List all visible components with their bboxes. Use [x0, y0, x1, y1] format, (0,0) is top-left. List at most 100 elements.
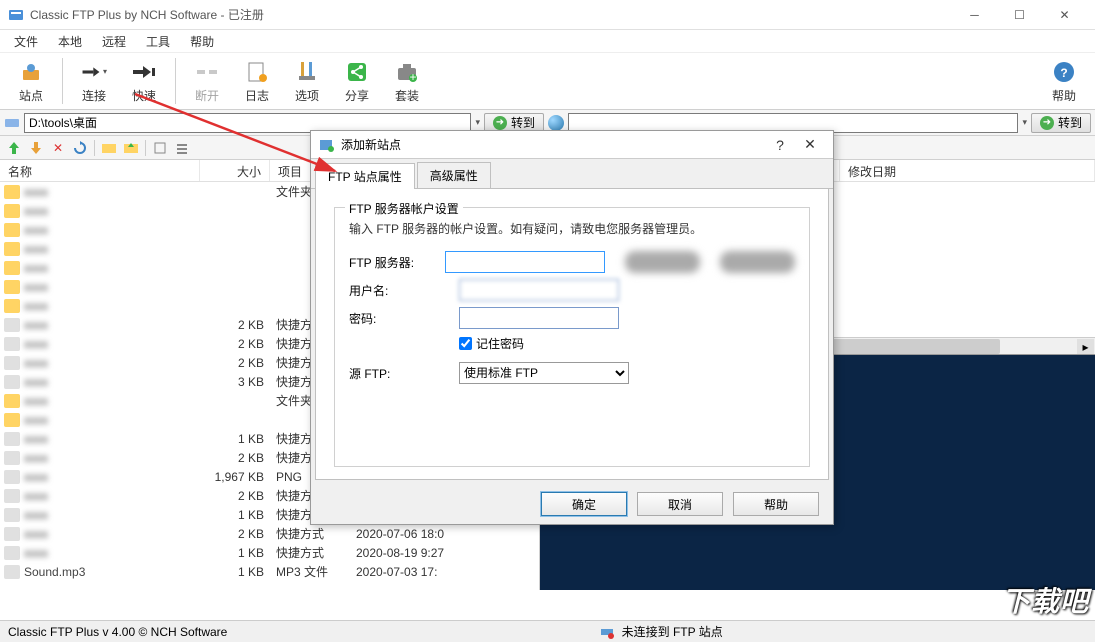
file-icon [4, 451, 20, 465]
new-folder-button[interactable] [99, 138, 119, 158]
file-name: xxxx [24, 527, 204, 541]
menu-remote[interactable]: 远程 [94, 31, 134, 52]
connect-icon: ▾ [81, 59, 107, 85]
label-user: 用户名: [349, 282, 459, 299]
file-icon [4, 527, 20, 541]
toolbar-connect-button[interactable]: ▾ 连接 [69, 55, 119, 107]
remote-go-button[interactable]: ➜转到 [1031, 113, 1091, 133]
toolbar-site-button[interactable]: 站点 [6, 55, 56, 107]
dialog-body: FTP 服务器帐户设置 输入 FTP 服务器的帐户设置。如有疑问，请致电您服务器… [315, 189, 829, 480]
refresh-button[interactable] [70, 138, 90, 158]
file-name: xxxx [24, 394, 204, 408]
dialog-close-button[interactable]: ✕ [795, 136, 825, 153]
file-type: 快捷方式 [264, 525, 344, 542]
group-legend: FTP 服务器帐户设置 [345, 200, 463, 217]
group-hint: 输入 FTP 服务器的帐户设置。如有疑问，请致电您服务器管理员。 [349, 220, 795, 237]
site-icon [18, 59, 44, 85]
file-size: 1,967 KB [204, 470, 264, 484]
col-name[interactable]: 名称 [0, 160, 200, 181]
file-size: 1 KB [204, 508, 264, 522]
file-icon [4, 489, 20, 503]
dialog-title: 添加新站点 [341, 136, 765, 153]
toolbar-kit-button[interactable]: + 套装 [382, 55, 432, 107]
svg-text:+: + [409, 70, 416, 84]
titlebar: Classic FTP Plus by NCH Software - 已注册 ─… [0, 0, 1095, 30]
upload-button[interactable] [4, 138, 24, 158]
quick-icon [131, 59, 157, 85]
table-row[interactable]: xxxx 1 KB 快捷方式 2020-08-19 9:27 [0, 543, 539, 562]
cancel-button[interactable]: 取消 [637, 492, 723, 516]
list-view-button[interactable] [172, 138, 192, 158]
download-button[interactable] [26, 138, 46, 158]
minimize-button[interactable]: ─ [952, 1, 997, 29]
file-name: xxxx [24, 337, 204, 351]
separator [94, 140, 95, 156]
toolbar-quick-button[interactable]: 快速 [119, 55, 169, 107]
file-icon [4, 185, 20, 199]
file-icon [4, 375, 20, 389]
tab-advanced[interactable]: 高级属性 [417, 162, 491, 188]
scroll-right-arrow[interactable]: ▸ [1077, 339, 1094, 354]
dialog-titlebar: 添加新站点 ? ✕ [311, 131, 833, 159]
file-name: xxxx [24, 546, 204, 560]
share-icon [344, 59, 370, 85]
drive-icon [4, 115, 20, 131]
dialog-tabs: FTP 站点属性 高级属性 [311, 159, 833, 189]
toolbar-separator [175, 58, 176, 104]
menu-tools[interactable]: 工具 [138, 31, 178, 52]
file-type: MP3 文件 [264, 563, 344, 580]
file-size: 1 KB [204, 546, 264, 560]
col-modified[interactable]: 修改日期 [840, 160, 1095, 181]
status-version: Classic FTP Plus v 4.00 © NCH Software [8, 625, 227, 639]
label-source: 源 FTP: [349, 365, 459, 382]
menu-help[interactable]: 帮助 [182, 31, 222, 52]
watermark: 下载吧 [1002, 580, 1089, 620]
up-folder-button[interactable] [121, 138, 141, 158]
arrow-right-icon: ➜ [493, 116, 507, 130]
username-input[interactable] [459, 279, 619, 301]
view-button[interactable] [150, 138, 170, 158]
table-row[interactable]: xxxx 2 KB 快捷方式 2020-07-06 18:0 [0, 524, 539, 543]
maximize-button[interactable]: ☐ [997, 1, 1042, 29]
file-name: xxxx [24, 413, 204, 427]
toolbar-disconnect-button[interactable]: 断开 [182, 55, 232, 107]
menu-local[interactable]: 本地 [50, 31, 90, 52]
file-date: 2020-07-03 17: [344, 565, 539, 579]
app-icon [8, 7, 24, 23]
file-icon [4, 223, 20, 237]
close-button[interactable]: ✕ [1042, 1, 1087, 29]
statusbar: Classic FTP Plus v 4.00 © NCH Software 未… [0, 620, 1095, 642]
file-size: 1 KB [204, 565, 264, 579]
delete-button[interactable]: ✕ [48, 138, 68, 158]
dialog-help-button[interactable]: ? [765, 137, 795, 153]
file-size: 2 KB [204, 356, 264, 370]
file-name: xxxx [24, 451, 204, 465]
password-input[interactable] [459, 307, 619, 329]
toolbar-share-button[interactable]: 分享 [332, 55, 382, 107]
file-icon [4, 565, 20, 579]
file-name: xxxx [24, 185, 204, 199]
file-name: xxxx [24, 242, 204, 256]
toolbar-log-button[interactable]: 日志 [232, 55, 282, 107]
menu-file[interactable]: 文件 [6, 31, 46, 52]
ftp-server-input[interactable] [445, 251, 605, 273]
help-button[interactable]: 帮助 [733, 492, 819, 516]
status-connection: 未连接到 FTP 站点 [622, 623, 723, 640]
toolbar-options-button[interactable]: 选项 [282, 55, 332, 107]
file-name: xxxx [24, 489, 204, 503]
menubar: 文件 本地 远程 工具 帮助 [0, 30, 1095, 52]
table-row[interactable]: Sound.mp3 1 KB MP3 文件 2020-07-03 17: [0, 562, 539, 581]
chevron-down-icon[interactable]: ▾ [1022, 117, 1027, 128]
globe-icon [548, 115, 564, 131]
chevron-down-icon[interactable]: ▾ [475, 117, 480, 128]
file-size: 2 KB [204, 318, 264, 332]
remember-password-checkbox[interactable] [459, 337, 472, 350]
file-name: Sound.mp3 [24, 565, 204, 579]
col-size[interactable]: 大小 [200, 160, 270, 181]
toolbar-help-button[interactable]: ? 帮助 [1039, 55, 1089, 107]
port-input[interactable] [720, 251, 795, 273]
dialog-icon [319, 137, 335, 153]
ok-button[interactable]: 确定 [541, 492, 627, 516]
tab-basic[interactable]: FTP 站点属性 [315, 163, 415, 189]
source-ftp-select[interactable]: 使用标准 FTP [459, 362, 629, 384]
